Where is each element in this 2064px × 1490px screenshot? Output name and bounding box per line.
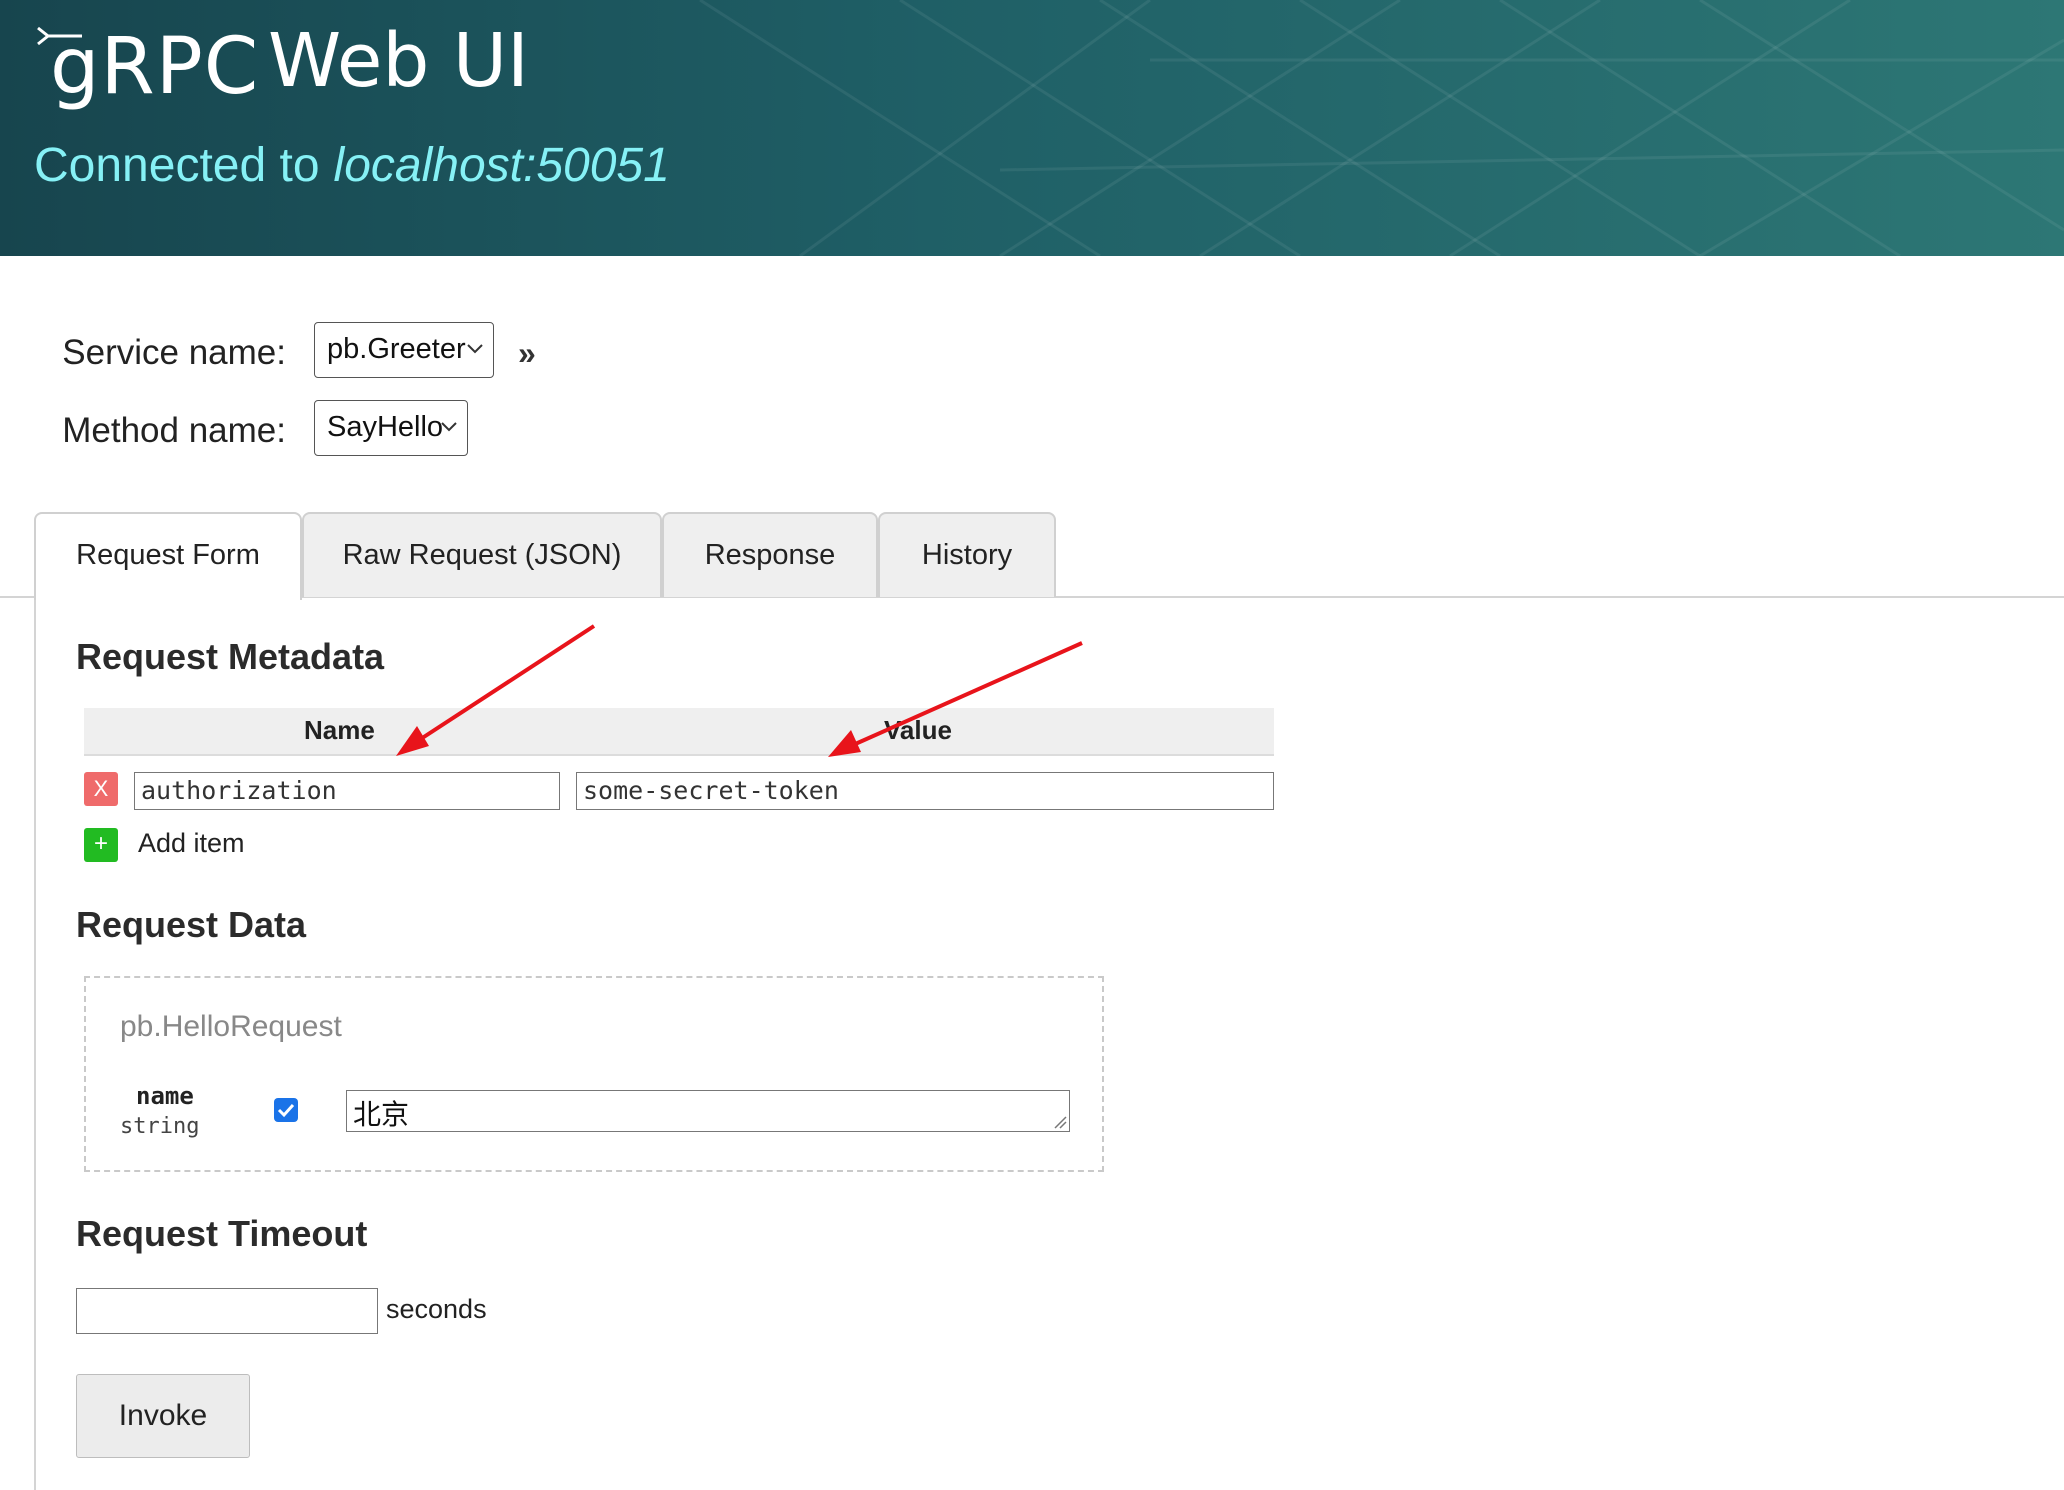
method-select[interactable]: SayHello [314,400,468,456]
connected-host: localhost:50051 [333,139,670,192]
app-header: gRPC Web UI Connected to localhost:50051 [0,0,2064,256]
add-item-button[interactable]: + [84,828,118,862]
method-name-label: Method name: [62,411,286,450]
connected-label: Connected to [34,139,320,192]
field-type-label: string [120,1114,200,1139]
remove-metadata-button[interactable]: X [84,772,118,806]
service-name-label: Service name: [62,333,286,372]
message-type-label: pb.HelloRequest [120,1010,342,1043]
service-select[interactable]: pb.Greeter [314,322,494,378]
expand-button[interactable]: » [518,335,536,372]
message-form: pb.HelloRequest name string 北京 [84,976,1104,1172]
method-select-value: SayHello [327,411,444,443]
resize-grip-icon[interactable] [1053,1115,1067,1129]
tab-history[interactable]: History [878,512,1056,597]
app-title: Web UI [268,18,529,104]
metadata-value-input[interactable]: some-secret-token [576,772,1274,810]
metadata-table-header: Name Value [84,708,1274,756]
request-data-heading: Request Data [76,904,307,945]
invoke-button[interactable]: Invoke [76,1374,250,1458]
tab-raw-request[interactable]: Raw Request (JSON) [302,512,662,597]
logo-text: gRPC [50,22,260,112]
chevron-down-icon [441,422,457,432]
panel-border [34,596,36,1490]
metadata-value-column: Value [884,715,952,745]
connection-status: Connected to localhost:50051 [34,138,670,193]
tab-request-form[interactable]: Request Form [34,512,302,600]
metadata-name-column: Name [304,715,375,745]
checkmark-icon [277,1103,295,1118]
timeout-unit-label: seconds [386,1294,487,1324]
field-name-label: name [136,1082,194,1110]
chevron-down-icon [467,344,483,354]
field-enabled-checkbox[interactable] [274,1098,298,1122]
request-timeout-heading: Request Timeout [76,1213,368,1254]
field-value-text: 北京 [353,1098,410,1131]
service-select-value: pb.Greeter [327,333,466,365]
tab-response[interactable]: Response [662,512,878,597]
add-item-label[interactable]: Add item [138,828,245,859]
field-value-textarea[interactable]: 北京 [346,1090,1070,1132]
timeout-input[interactable] [76,1288,378,1334]
request-metadata-heading: Request Metadata [76,636,385,677]
metadata-name-input[interactable]: authorization [134,772,560,810]
